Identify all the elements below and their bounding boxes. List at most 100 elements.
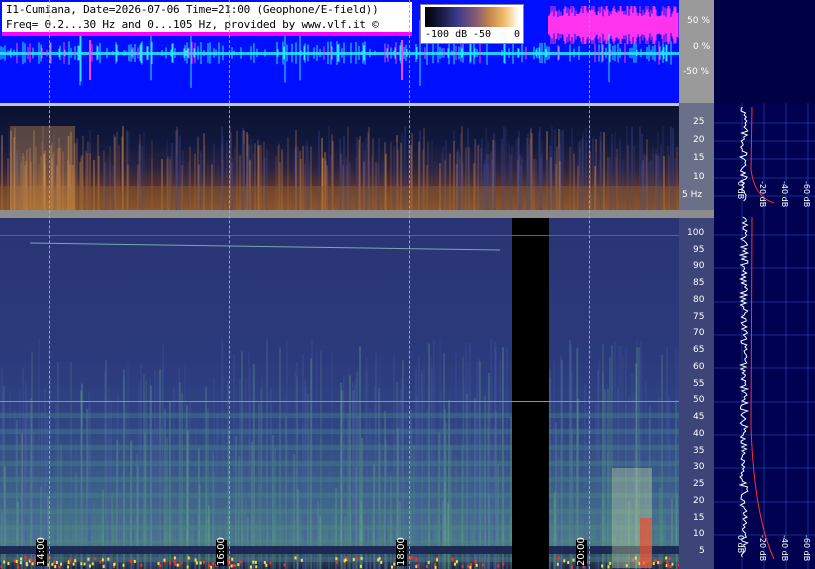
main-low-speckle xyxy=(58,565,61,569)
main-low-speckle xyxy=(249,565,252,569)
main-harmonic-band xyxy=(0,525,679,530)
main-low-speckle xyxy=(51,562,54,566)
main-low-speckle xyxy=(187,556,190,560)
main-low-speckle xyxy=(101,558,104,562)
main-low-speckle xyxy=(654,559,657,563)
main-low-speckle xyxy=(668,557,671,561)
hum-line-100hz xyxy=(0,235,679,236)
main-low-speckle xyxy=(360,556,363,560)
main-harmonic-band xyxy=(0,509,679,514)
main-axis-95: 95 xyxy=(693,245,705,255)
main-low-speckle xyxy=(359,564,362,568)
main-low-speckle xyxy=(72,562,75,566)
main-low-speckle xyxy=(0,565,3,569)
main-spectrogram xyxy=(0,218,679,569)
main-low-speckle xyxy=(113,562,116,566)
main-low-speckle xyxy=(54,565,57,569)
main-low-speckle xyxy=(269,561,272,565)
main-low-speckle xyxy=(601,564,604,568)
main-axis-80: 80 xyxy=(693,295,705,305)
scale-mid-label: -50 xyxy=(473,29,492,40)
main-low-speckle xyxy=(352,558,355,562)
main-low-speckle xyxy=(102,564,105,568)
main-axis-25: 25 xyxy=(693,479,705,489)
main-spectrogram-texture xyxy=(0,242,679,569)
main-low-speckle xyxy=(453,562,456,566)
main-low-speckle xyxy=(671,562,674,566)
main-low-speckle xyxy=(497,564,500,568)
low-axis-5hz: 5 Hz xyxy=(682,190,703,200)
main-low-speckle xyxy=(572,558,575,562)
header-label-box: I1-Cumiana, Date=2026-07-06 Time=21:00 (… xyxy=(2,2,412,36)
main-low-speckle xyxy=(455,560,458,564)
main-low-speckle xyxy=(94,557,97,561)
top-right-panel xyxy=(714,0,815,103)
main-low-speckle xyxy=(475,563,478,567)
low-axis-10: 10 xyxy=(693,172,705,182)
main-low-speckle xyxy=(210,565,213,569)
db-label: -60 dB xyxy=(802,535,811,561)
main-low-speckle xyxy=(20,557,23,561)
main-axis-50: 50 xyxy=(693,395,705,405)
main-low-speckle xyxy=(481,563,484,567)
main-low-speckle xyxy=(346,556,349,560)
main-low-speckle xyxy=(470,562,473,566)
main-low-speckle xyxy=(24,556,27,560)
hum-line-50hz xyxy=(0,401,679,402)
main-low-speckle xyxy=(425,564,428,568)
scale-min-label: -100 dB xyxy=(425,29,468,40)
main-low-speckle xyxy=(255,565,258,569)
main-spectrum-plot: 0 dB -20 dB -40 dB -60 dB xyxy=(714,213,815,569)
main-low-speckle xyxy=(133,559,136,563)
main-low-speckle xyxy=(194,558,197,562)
main-harmonic-band xyxy=(0,461,679,466)
main-low-speckle xyxy=(83,562,86,566)
db-label: -40 dB xyxy=(780,535,789,561)
main-low-speckle xyxy=(19,561,22,565)
amplitude-label-0: 0 % xyxy=(693,42,711,52)
main-low-speckle xyxy=(17,565,20,569)
main-low-speckle xyxy=(666,560,669,564)
waveform-noise-burst xyxy=(548,6,679,44)
db-color-scale: -100 dB -50 0 xyxy=(420,4,524,44)
main-low-speckle xyxy=(7,561,10,565)
waveform-amplitude-axis: 50 % 0 % -50 % xyxy=(679,0,714,103)
main-axis-35: 35 xyxy=(693,446,705,456)
main-low-speckle xyxy=(474,560,477,564)
main-axis-30: 30 xyxy=(693,462,705,472)
main-low-speckle xyxy=(427,560,430,564)
main-low-speckle xyxy=(335,557,338,561)
main-low-speckle xyxy=(3,560,6,564)
data-gap xyxy=(512,218,549,569)
main-low-speckle xyxy=(409,556,412,560)
main-low-speckle xyxy=(356,556,359,560)
main-low-speckle xyxy=(434,562,437,566)
low-frequency-spectrogram xyxy=(0,106,679,210)
main-axis-75: 75 xyxy=(693,312,705,322)
main-low-speckle xyxy=(669,564,672,568)
main-low-speckle xyxy=(469,565,472,569)
main-low-speckle xyxy=(107,557,110,561)
main-harmonic-band xyxy=(0,477,679,482)
main-axis-5: 5 xyxy=(699,546,705,556)
main-low-speckle xyxy=(435,558,438,562)
main-low-speckle xyxy=(335,560,338,564)
main-low-speckle xyxy=(451,557,454,561)
main-low-speckle xyxy=(129,559,132,563)
db-label: 0 dB xyxy=(736,535,745,553)
header-label-inner: I1-Cumiana, Date=2026-07-06 Time=21:00 (… xyxy=(2,2,412,32)
main-low-speckle xyxy=(122,563,125,567)
main-axis-45: 45 xyxy=(693,412,705,422)
separator-middle xyxy=(0,210,714,218)
main-low-speckle xyxy=(163,558,166,562)
time-marker-line-14 xyxy=(49,0,50,569)
scale-max-label: 0 xyxy=(514,29,521,40)
main-low-speckle xyxy=(15,559,18,563)
main-low-speckle xyxy=(74,559,77,563)
main-low-speckle xyxy=(343,559,346,563)
main-low-speckle xyxy=(202,560,205,564)
db-label: -20 dB xyxy=(758,181,767,207)
main-low-speckle xyxy=(69,559,72,563)
main-frequency-axis: 100 95 90 85 80 75 70 65 60 55 50 45 40 … xyxy=(679,218,714,569)
main-axis-20: 20 xyxy=(693,496,705,506)
